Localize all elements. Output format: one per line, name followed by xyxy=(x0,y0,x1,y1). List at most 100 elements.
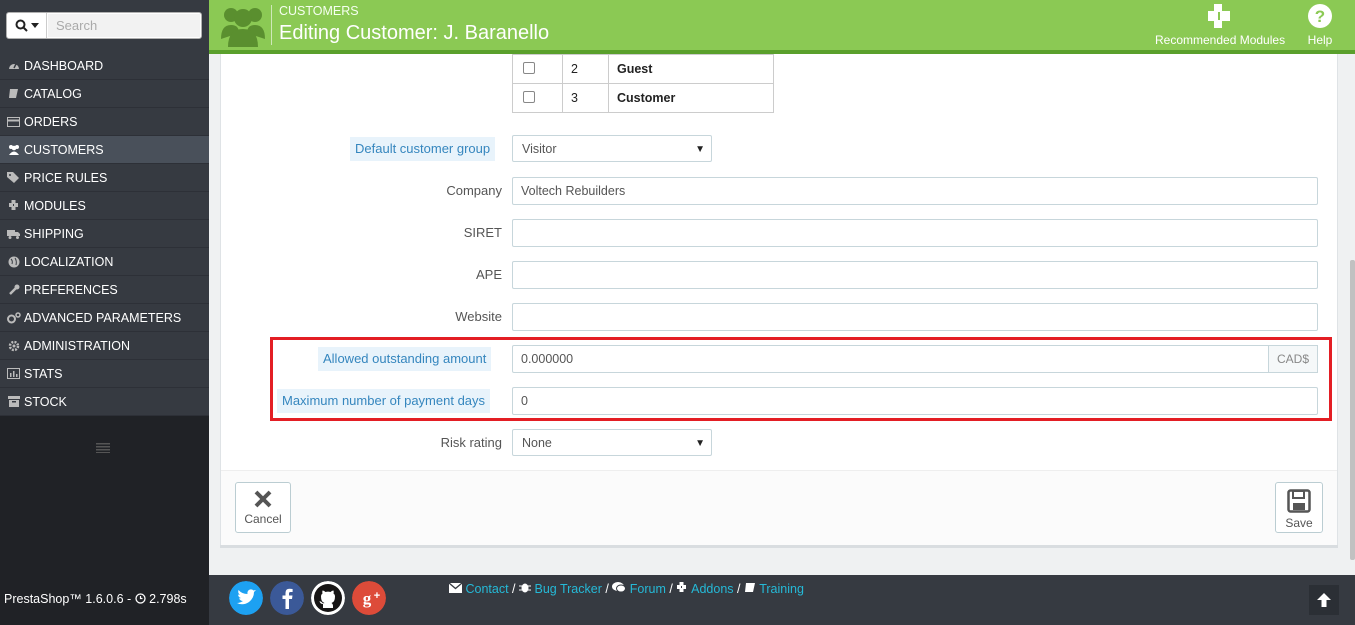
table-row: 3 Customer xyxy=(512,83,774,113)
recommended-modules-button[interactable]: Recommended Modules xyxy=(1155,2,1285,47)
help-label: Help xyxy=(1307,33,1333,47)
sidebar-item-orders[interactable]: ORDERS xyxy=(0,108,209,136)
group-name-cell: Customer xyxy=(608,83,774,113)
sidebar-item-label: SHIPPING xyxy=(24,226,84,241)
company-label: Company xyxy=(446,183,502,198)
version-info: PrestaShop™ 1.6.0.6 - 2.798s xyxy=(0,575,209,625)
group-id-cell: 2 xyxy=(562,54,609,84)
sidebar-item-label: ADMINISTRATION xyxy=(24,338,131,353)
close-icon xyxy=(254,490,272,508)
svg-text:g: g xyxy=(363,589,372,608)
risk-rating-select[interactable]: None ▼ xyxy=(512,429,712,456)
sidebar-item-label: STOCK xyxy=(24,394,67,409)
website-label: Website xyxy=(455,309,502,324)
table-row: 2 Guest xyxy=(512,54,774,84)
default-group-value: Visitor xyxy=(522,142,557,156)
page-title: Editing Customer: J. Baranello xyxy=(279,22,550,44)
sidebar-item-localization[interactable]: LOCALIZATION xyxy=(0,248,209,276)
users-icon xyxy=(221,8,265,47)
panel-footer xyxy=(221,470,1337,545)
sidebar-item-catalog[interactable]: CATALOG xyxy=(0,80,209,108)
book-icon xyxy=(6,88,21,100)
group-id-cell: 3 xyxy=(562,83,609,113)
bug-icon xyxy=(519,583,531,593)
save-button[interactable]: Save xyxy=(1275,482,1323,533)
cogs-icon xyxy=(6,311,21,324)
sidebar-item-shipping[interactable]: SHIPPING xyxy=(0,220,209,248)
sidebar-item-administration[interactable]: ADMINISTRATION xyxy=(0,332,209,360)
bug-tracker-link[interactable]: Bug Tracker xyxy=(534,582,601,596)
website-field[interactable] xyxy=(512,303,1318,331)
twitter-icon[interactable] xyxy=(229,581,263,615)
help-icon: ? xyxy=(1308,4,1332,28)
sidebar-item-advanced-parameters[interactable]: ADVANCED PARAMETERS xyxy=(0,304,209,332)
siret-label: SIRET xyxy=(463,225,502,240)
collapse-menu-icon[interactable] xyxy=(96,443,110,453)
search-box xyxy=(6,12,202,39)
truck-icon xyxy=(6,228,21,240)
sidebar-item-label: MODULES xyxy=(24,198,86,213)
risk-rating-label: Risk rating xyxy=(440,435,502,450)
svg-text:+: + xyxy=(374,590,380,602)
sidebar-item-label: LOCALIZATION xyxy=(24,254,114,269)
tags-icon xyxy=(6,172,21,184)
google-plus-icon[interactable]: g + xyxy=(352,581,386,615)
scrollbar-thumb[interactable] xyxy=(1350,260,1355,560)
sidebar-item-modules[interactable]: MODULES xyxy=(0,192,209,220)
group-name-cell: Guest xyxy=(608,54,774,84)
puzzle-icon xyxy=(6,200,21,212)
caret-down-icon xyxy=(30,23,39,28)
archive-icon xyxy=(6,396,21,408)
sidebar-item-dashboard[interactable]: DASHBOARD xyxy=(0,52,209,80)
ape-label: APE xyxy=(475,267,502,282)
version-text: PrestaShop™ 1.6.0.6 - xyxy=(4,592,135,606)
contact-link[interactable]: Contact xyxy=(465,582,508,596)
github-icon[interactable] xyxy=(311,581,345,615)
siret-field[interactable] xyxy=(512,219,1318,247)
sidebar-item-label: STATS xyxy=(24,366,63,381)
sidebar-item-preferences[interactable]: PREFERENCES xyxy=(0,276,209,304)
company-field[interactable]: Voltech Rebuilders xyxy=(512,177,1318,205)
sidebar-footer-area xyxy=(0,416,209,575)
cancel-button[interactable]: Cancel xyxy=(235,482,291,533)
bar-chart-icon xyxy=(6,368,21,380)
sidebar-item-price-rules[interactable]: PRICE RULES xyxy=(0,164,209,192)
svg-text:?: ? xyxy=(1315,7,1325,26)
group-access-table: 2 Guest 3 Customer xyxy=(512,54,774,113)
addons-link[interactable]: Addons xyxy=(691,582,733,596)
sidebar-item-label: PRICE RULES xyxy=(24,170,108,185)
footer-links: Contact / Bug Tracker / Forum / Addons /… xyxy=(448,581,804,596)
sidebar-item-stats[interactable]: STATS xyxy=(0,360,209,388)
panel-shadow xyxy=(220,545,1338,548)
puzzle-icon xyxy=(677,582,687,592)
save-icon xyxy=(1287,489,1311,513)
puzzle-icon xyxy=(1208,4,1231,28)
dashboard-icon xyxy=(6,60,21,72)
group-checkbox-guest[interactable] xyxy=(523,61,535,74)
sidebar-item-label: ORDERS xyxy=(24,114,78,129)
sidebar-item-stock[interactable]: STOCK xyxy=(0,388,209,416)
caret-down-icon: ▼ xyxy=(695,144,705,155)
globe-icon xyxy=(6,256,21,268)
breadcrumb[interactable]: CUSTOMERS xyxy=(279,4,359,18)
search-type-button[interactable] xyxy=(7,13,47,38)
scroll-to-top-button[interactable] xyxy=(1309,585,1339,615)
clock-icon xyxy=(134,593,146,604)
default-group-select[interactable]: Visitor ▼ xyxy=(512,135,712,162)
save-label: Save xyxy=(1285,516,1313,530)
help-button[interactable]: ? Help xyxy=(1306,2,1334,47)
sidebar-item-customers[interactable]: CUSTOMERS xyxy=(0,136,209,164)
main-menu: DASHBOARD CATALOG ORDERS CUSTOMERS PRICE… xyxy=(0,52,209,416)
cancel-label: Cancel xyxy=(244,512,282,526)
search-icon xyxy=(15,19,28,32)
facebook-icon[interactable] xyxy=(270,581,304,615)
envelope-icon xyxy=(448,582,463,593)
default-group-label[interactable]: Default customer group xyxy=(350,137,496,161)
header-divider xyxy=(271,5,272,45)
search-input[interactable] xyxy=(48,14,200,37)
group-checkbox-customer[interactable] xyxy=(523,90,535,103)
highlight-box xyxy=(270,337,1332,421)
training-link[interactable]: Training xyxy=(759,582,804,596)
forum-link[interactable]: Forum xyxy=(630,582,666,596)
ape-field[interactable] xyxy=(512,261,1318,289)
